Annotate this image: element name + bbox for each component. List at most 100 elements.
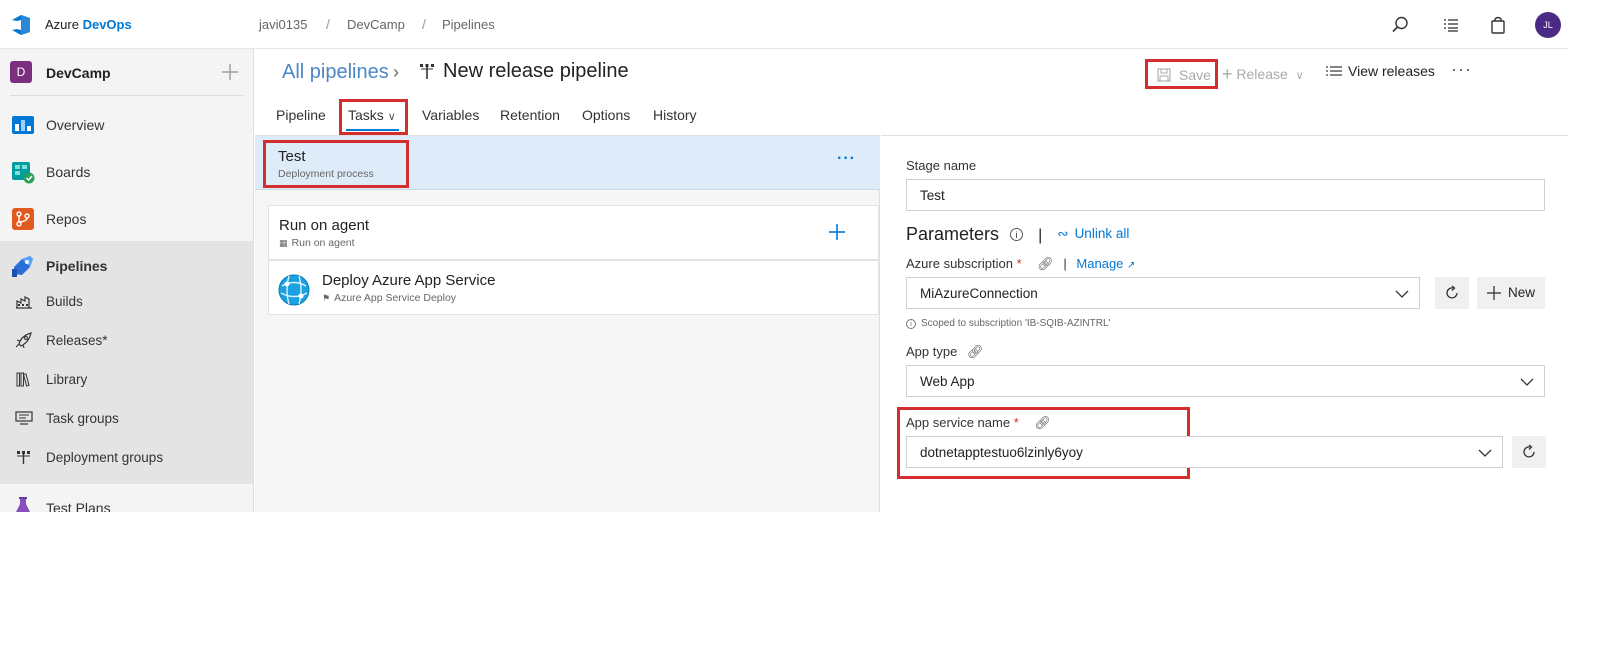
stage-name-input[interactable]: Test xyxy=(906,179,1545,211)
sidebar-subitem-label: Task groups xyxy=(46,411,119,426)
project-badge[interactable]: D xyxy=(10,61,32,83)
link-icon[interactable]: 🔗︎ xyxy=(1037,256,1054,271)
sidebar-subitem-label: Deployment groups xyxy=(46,450,164,465)
azure-subscription-select[interactable]: MiAzureConnection xyxy=(906,277,1420,309)
app-type-select[interactable]: Web App xyxy=(906,365,1545,397)
user-avatar[interactable]: JL xyxy=(1535,12,1561,38)
view-releases-label: View releases xyxy=(1348,63,1435,79)
info-icon[interactable]: i xyxy=(1010,228,1024,241)
unlink-all-button[interactable]: ∾ Unlink all xyxy=(1057,226,1129,241)
manage-link[interactable]: Manage ↗ xyxy=(1076,256,1135,271)
boards-icon xyxy=(12,162,35,184)
stage-name-label: Stage name xyxy=(906,158,977,173)
add-task-icon[interactable] xyxy=(828,223,846,241)
azure-subscription-value: MiAzureConnection xyxy=(920,286,1038,301)
test-plans-icon xyxy=(16,497,30,512)
app-type-label: App type 🔗︎ xyxy=(906,344,984,359)
shopping-bag-icon[interactable] xyxy=(1488,15,1508,35)
sidebar-item-test-plans[interactable]: Test Plans xyxy=(0,496,253,512)
top-bar: Azure DevOps javi0135 / DevCamp / Pipeli… xyxy=(0,0,1568,49)
task-name: Deploy Azure App Service xyxy=(322,272,496,289)
chevron-down-icon: ∨ xyxy=(1295,70,1304,82)
task-list-icon[interactable] xyxy=(1441,15,1461,35)
refresh-app-service-button[interactable] xyxy=(1512,436,1546,468)
breadcrumb-project[interactable]: DevCamp xyxy=(347,17,405,32)
pipelines-icon xyxy=(12,256,33,277)
sidebar-subitem-deployment-groups[interactable]: Deployment groups xyxy=(0,438,253,477)
save-label: Save xyxy=(1179,67,1211,83)
task-groups-icon xyxy=(15,411,33,425)
breadcrumb-pipelines[interactable]: Pipelines xyxy=(442,17,495,32)
more-actions-button[interactable]: ··· xyxy=(1451,59,1472,80)
sidebar-item-label: Repos xyxy=(46,211,87,227)
view-releases-button[interactable]: View releases xyxy=(1326,63,1435,79)
info-icon: i xyxy=(906,319,916,329)
plus-icon: + xyxy=(1222,64,1233,84)
sidebar-subitem-releases[interactable]: Releases* xyxy=(0,321,253,360)
sidebar-subitem-library[interactable]: Library xyxy=(0,360,253,399)
sidebar-subitem-label: Releases* xyxy=(46,333,108,348)
brand-name[interactable]: Azure DevOps xyxy=(45,17,132,32)
tab-retention[interactable]: Retention xyxy=(500,107,560,123)
rocket-icon xyxy=(15,332,32,348)
tab-pipeline[interactable]: Pipeline xyxy=(276,107,326,123)
repos-icon xyxy=(12,208,34,230)
agent-job-card[interactable]: Run on agent ▦ Run on agent xyxy=(268,205,879,260)
save-button[interactable]: Save xyxy=(1145,59,1218,89)
chevron-down-icon xyxy=(1478,449,1492,457)
overview-icon xyxy=(12,116,34,134)
server-icon: ▦ xyxy=(279,238,288,248)
sidebar: D DevCamp Overview Boards Repos Pipeline… xyxy=(0,49,254,512)
add-icon[interactable] xyxy=(221,63,239,81)
sidebar-subitem-label: Library xyxy=(46,372,88,387)
tab-history[interactable]: History xyxy=(653,107,697,123)
list-icon xyxy=(1326,66,1342,76)
sidebar-subitem-task-groups[interactable]: Task groups xyxy=(0,399,253,438)
release-button[interactable]: + Release ∨ xyxy=(1222,63,1304,84)
sidebar-item-repos[interactable]: Repos xyxy=(0,207,253,231)
builds-icon xyxy=(16,296,32,309)
flag-icon: ⚑ xyxy=(322,293,331,303)
task-settings-pane: Stage name Test Parameters i | ∾ Unlink a… xyxy=(881,135,1568,512)
page-title[interactable]: New release pipeline xyxy=(443,60,629,83)
task-card[interactable]: Deploy Azure App Service ⚑ Azure App Serv… xyxy=(268,260,879,315)
azure-devops-logo-icon[interactable] xyxy=(10,13,34,37)
new-connection-button[interactable]: New xyxy=(1477,277,1545,309)
azure-subscription-label: Azure subscription * 🔗︎ | Manage ↗ xyxy=(906,256,1136,271)
tab-options[interactable]: Options xyxy=(582,107,630,123)
release-pipeline-icon xyxy=(420,64,434,79)
link-icon[interactable]: 🔗︎ xyxy=(1034,415,1051,430)
project-name[interactable]: DevCamp xyxy=(46,65,111,81)
sidebar-subitem-builds[interactable]: Builds xyxy=(0,282,253,321)
stage-more-button[interactable]: ··· xyxy=(837,150,856,168)
unlink-icon: ∾ xyxy=(1057,226,1069,241)
link-icon[interactable]: 🔗︎ xyxy=(967,344,984,359)
parameters-heading: Parameters i | ∾ Unlink all xyxy=(906,224,1129,245)
new-label: New xyxy=(1508,285,1536,300)
app-service-name-select[interactable]: dotnetapptestuo6lzinly6yoy xyxy=(906,436,1503,468)
breadcrumb-separator: / xyxy=(326,16,330,32)
azure-devops-window: Azure DevOps javi0135 / DevCamp / Pipeli… xyxy=(0,0,1568,512)
sidebar-item-boards[interactable]: Boards xyxy=(0,160,253,184)
sidebar-item-overview[interactable]: Overview xyxy=(0,113,253,137)
stage-name: Test xyxy=(278,148,306,165)
sidebar-item-pipelines[interactable]: Pipelines xyxy=(0,254,253,278)
save-icon xyxy=(1157,68,1171,82)
library-icon xyxy=(16,372,30,387)
pipeline-header: All pipelines › New release pipeline Sav… xyxy=(255,49,1568,135)
sidebar-subitem-label: Builds xyxy=(46,294,83,309)
sidebar-divider xyxy=(10,95,243,96)
stage-row[interactable]: Test Deployment process ··· xyxy=(255,136,880,190)
agent-job-name: Run on agent xyxy=(279,217,370,234)
breadcrumb-org[interactable]: javi0135 xyxy=(259,17,307,32)
app-service-name-value: dotnetapptestuo6lzinly6yoy xyxy=(920,445,1083,460)
external-link-icon: ↗ xyxy=(1127,260,1136,271)
sidebar-item-label: Overview xyxy=(46,117,105,133)
all-pipelines-link[interactable]: All pipelines xyxy=(282,61,389,84)
plus-icon xyxy=(1487,286,1501,300)
tab-variables[interactable]: Variables xyxy=(422,107,479,123)
refresh-subscription-button[interactable] xyxy=(1435,277,1469,309)
search-icon[interactable] xyxy=(1390,15,1410,35)
breadcrumb-separator: / xyxy=(422,16,426,32)
agent-job-subtitle: ▦ Run on agent xyxy=(279,237,355,249)
